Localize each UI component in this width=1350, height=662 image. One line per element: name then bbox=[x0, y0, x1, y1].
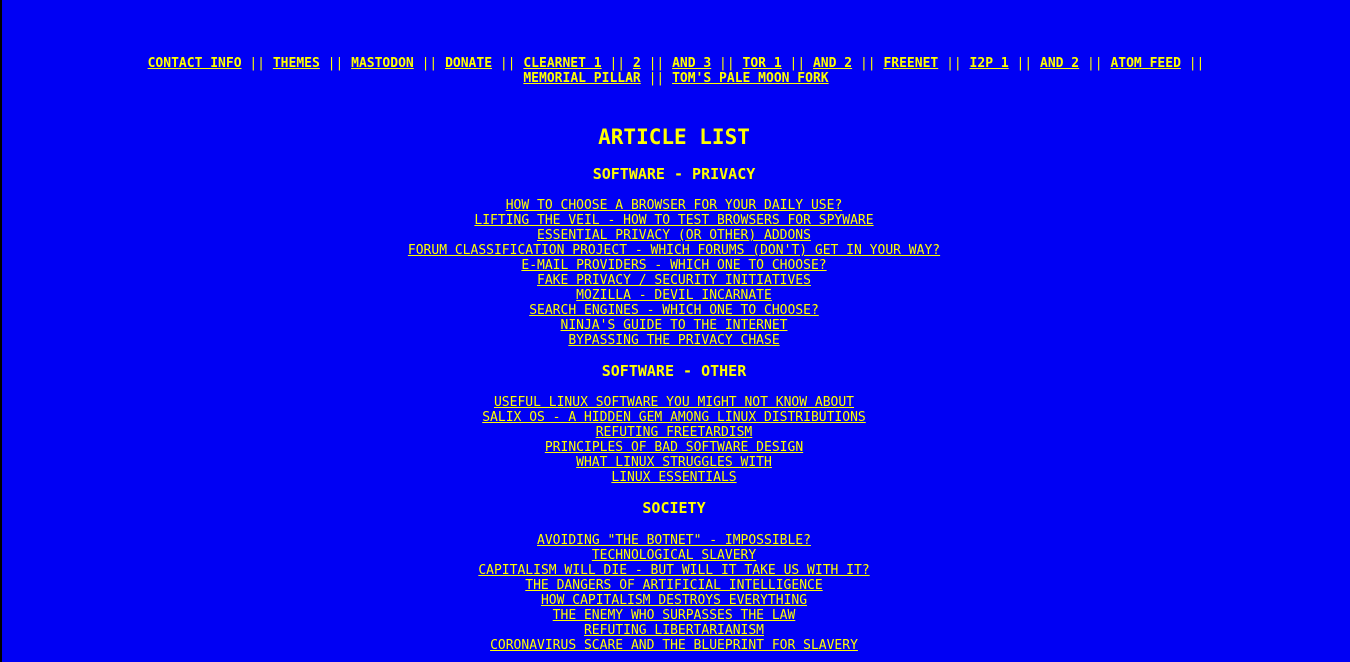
list-item: USEFUL LINUX SOFTWARE YOU MIGHT NOT KNOW… bbox=[0, 395, 1350, 410]
article-link[interactable]: TECHNOLOGICAL SLAVERY bbox=[592, 548, 756, 563]
list-item: ESSENTIAL PRIVACY (OR OTHER) ADDONS bbox=[0, 228, 1350, 243]
article-link[interactable]: BYPASSING THE PRIVACY CHASE bbox=[568, 333, 779, 348]
nav-separator: || bbox=[1188, 56, 1205, 71]
list-item: E-MAIL PROVIDERS - WHICH ONE TO CHOOSE? bbox=[0, 258, 1350, 273]
list-item: CAPITALISM WILL DIE - BUT WILL IT TAKE U… bbox=[0, 563, 1350, 578]
article-list-society: AVOIDING "THE BOTNET" - IMPOSSIBLE? TECH… bbox=[0, 533, 1350, 653]
nav-separator: || bbox=[249, 56, 266, 71]
article-link[interactable]: NINJA'S GUIDE TO THE INTERNET bbox=[561, 318, 788, 333]
list-item: WHAT LINUX STRUGGLES WITH bbox=[0, 455, 1350, 470]
nav-separator: || bbox=[859, 56, 876, 71]
list-item: SEARCH ENGINES - WHICH ONE TO CHOOSE? bbox=[0, 303, 1350, 318]
article-list-software-other: USEFUL LINUX SOFTWARE YOU MIGHT NOT KNOW… bbox=[0, 395, 1350, 485]
list-item: THE DANGERS OF ARTIFICIAL INTELLIGENCE bbox=[0, 578, 1350, 593]
nav-separator: || bbox=[946, 56, 962, 71]
list-item: TECHNOLOGICAL SLAVERY bbox=[0, 548, 1350, 563]
nav-separator: || bbox=[648, 56, 665, 71]
nav-separator: || bbox=[1016, 56, 1033, 71]
article-link[interactable]: HOW TO CHOOSE A BROWSER FOR YOUR DAILY U… bbox=[506, 198, 843, 213]
nav-link-clearnet-3[interactable]: AND 3 bbox=[672, 56, 711, 71]
section-title-society: SOCIETY bbox=[642, 499, 706, 517]
article-link[interactable]: THE DANGERS OF ARTIFICIAL INTELLIGENCE bbox=[525, 578, 822, 593]
list-item: NINJA'S GUIDE TO THE INTERNET bbox=[0, 318, 1350, 333]
top-navigation: CONTACT INFO || THEMES || MASTODON || DO… bbox=[136, 0, 1216, 86]
nav-separator: || bbox=[789, 56, 806, 71]
list-item: CORONAVIRUS SCARE AND THE BLUEPRINT FOR … bbox=[0, 638, 1350, 653]
article-link[interactable]: PRINCIPLES OF BAD SOFTWARE DESIGN bbox=[545, 440, 803, 455]
article-list-software-privacy: HOW TO CHOOSE A BROWSER FOR YOUR DAILY U… bbox=[0, 198, 1350, 348]
article-link[interactable]: THE ENEMY WHO SURPASSES THE LAW bbox=[553, 608, 796, 623]
nav-link-atom-feed[interactable]: ATOM FEED bbox=[1110, 56, 1180, 71]
nav-link-freenet[interactable]: FREENET bbox=[883, 56, 938, 71]
nav-separator: || bbox=[719, 56, 735, 71]
list-item: REFUTING LIBERTARIANISM bbox=[0, 623, 1350, 638]
article-link[interactable]: CORONAVIRUS SCARE AND THE BLUEPRINT FOR … bbox=[490, 638, 858, 653]
article-link[interactable]: FORUM CLASSIFICATION PROJECT - WHICH FOR… bbox=[408, 243, 940, 258]
nav-link-i2p-2[interactable]: AND 2 bbox=[1040, 56, 1079, 71]
nav-separator: || bbox=[648, 71, 665, 86]
article-link[interactable]: USEFUL LINUX SOFTWARE YOU MIGHT NOT KNOW… bbox=[494, 395, 854, 410]
list-item: LIFTING THE VEIL - HOW TO TEST BROWSERS … bbox=[0, 213, 1350, 228]
article-link[interactable]: CAPITALISM WILL DIE - BUT WILL IT TAKE U… bbox=[478, 563, 869, 578]
nav-link-tor-2[interactable]: AND 2 bbox=[813, 56, 852, 71]
article-link[interactable]: FAKE PRIVACY / SECURITY INITIATIVES bbox=[537, 273, 811, 288]
nav-link-clearnet-2[interactable]: 2 bbox=[633, 56, 641, 71]
list-item: FORUM CLASSIFICATION PROJECT - WHICH FOR… bbox=[0, 243, 1350, 258]
article-link[interactable]: REFUTING LIBERTARIANISM bbox=[584, 623, 764, 638]
list-item: FAKE PRIVACY / SECURITY INITIATIVES bbox=[0, 273, 1350, 288]
article-link[interactable]: HOW CAPITALISM DESTROYS EVERYTHING bbox=[541, 593, 807, 608]
article-link[interactable]: E-MAIL PROVIDERS - WHICH ONE TO CHOOSE? bbox=[521, 258, 826, 273]
page-title: ARTICLE LIST bbox=[598, 125, 750, 149]
list-item: SALIX OS - A HIDDEN GEM AMONG LINUX DIST… bbox=[0, 410, 1350, 425]
nav-link-memorial-pillar[interactable]: MEMORIAL PILLAR bbox=[523, 71, 640, 86]
nav-link-tor-1[interactable]: TOR 1 bbox=[743, 56, 782, 71]
list-item: AVOIDING "THE BOTNET" - IMPOSSIBLE? bbox=[0, 533, 1350, 548]
section-title-software-other: SOFTWARE - OTHER bbox=[601, 362, 747, 380]
list-item: THE ENEMY WHO SURPASSES THE LAW bbox=[0, 608, 1350, 623]
nav-link-pale-moon-fork[interactable]: TOM'S PALE MOON FORK bbox=[672, 71, 829, 86]
nav-separator: || bbox=[1086, 56, 1103, 71]
list-item: LINUX ESSENTIALS bbox=[0, 470, 1350, 485]
nav-link-themes[interactable]: THEMES bbox=[273, 56, 320, 71]
nav-separator: || bbox=[421, 56, 438, 71]
nav-separator: || bbox=[327, 56, 344, 71]
nav-link-i2p-1[interactable]: I2P 1 bbox=[970, 56, 1009, 71]
nav-link-contact-info[interactable]: CONTACT INFO bbox=[148, 56, 242, 71]
nav-separator: || bbox=[499, 56, 516, 71]
article-link[interactable]: LINUX ESSENTIALS bbox=[611, 470, 736, 485]
article-link[interactable]: WHAT LINUX STRUGGLES WITH bbox=[576, 455, 772, 470]
nav-link-donate[interactable]: DONATE bbox=[445, 56, 492, 71]
article-list-page: ARTICLE LIST SOFTWARE - PRIVACY HOW TO C… bbox=[0, 125, 1350, 653]
article-link[interactable]: AVOIDING "THE BOTNET" - IMPOSSIBLE? bbox=[537, 533, 811, 548]
list-item: PRINCIPLES OF BAD SOFTWARE DESIGN bbox=[0, 440, 1350, 455]
article-link[interactable]: REFUTING FREETARDISM bbox=[596, 425, 753, 440]
article-link[interactable]: MOZILLA - DEVIL INCARNATE bbox=[576, 288, 772, 303]
list-item: BYPASSING THE PRIVACY CHASE bbox=[0, 333, 1350, 348]
article-link[interactable]: LIFTING THE VEIL - HOW TO TEST BROWSERS … bbox=[474, 213, 873, 228]
nav-separator: || bbox=[609, 56, 626, 71]
list-item: HOW CAPITALISM DESTROYS EVERYTHING bbox=[0, 593, 1350, 608]
list-item: MOZILLA - DEVIL INCARNATE bbox=[0, 288, 1350, 303]
section-title-software-privacy: SOFTWARE - PRIVACY bbox=[592, 165, 756, 183]
nav-link-clearnet-1[interactable]: CLEARNET 1 bbox=[523, 56, 601, 71]
list-item: HOW TO CHOOSE A BROWSER FOR YOUR DAILY U… bbox=[0, 198, 1350, 213]
article-link[interactable]: ESSENTIAL PRIVACY (OR OTHER) ADDONS bbox=[537, 228, 811, 243]
article-link[interactable]: SEARCH ENGINES - WHICH ONE TO CHOOSE? bbox=[529, 303, 819, 318]
article-link[interactable]: SALIX OS - A HIDDEN GEM AMONG LINUX DIST… bbox=[482, 410, 866, 425]
nav-link-mastodon[interactable]: MASTODON bbox=[351, 56, 414, 71]
list-item: REFUTING FREETARDISM bbox=[0, 425, 1350, 440]
